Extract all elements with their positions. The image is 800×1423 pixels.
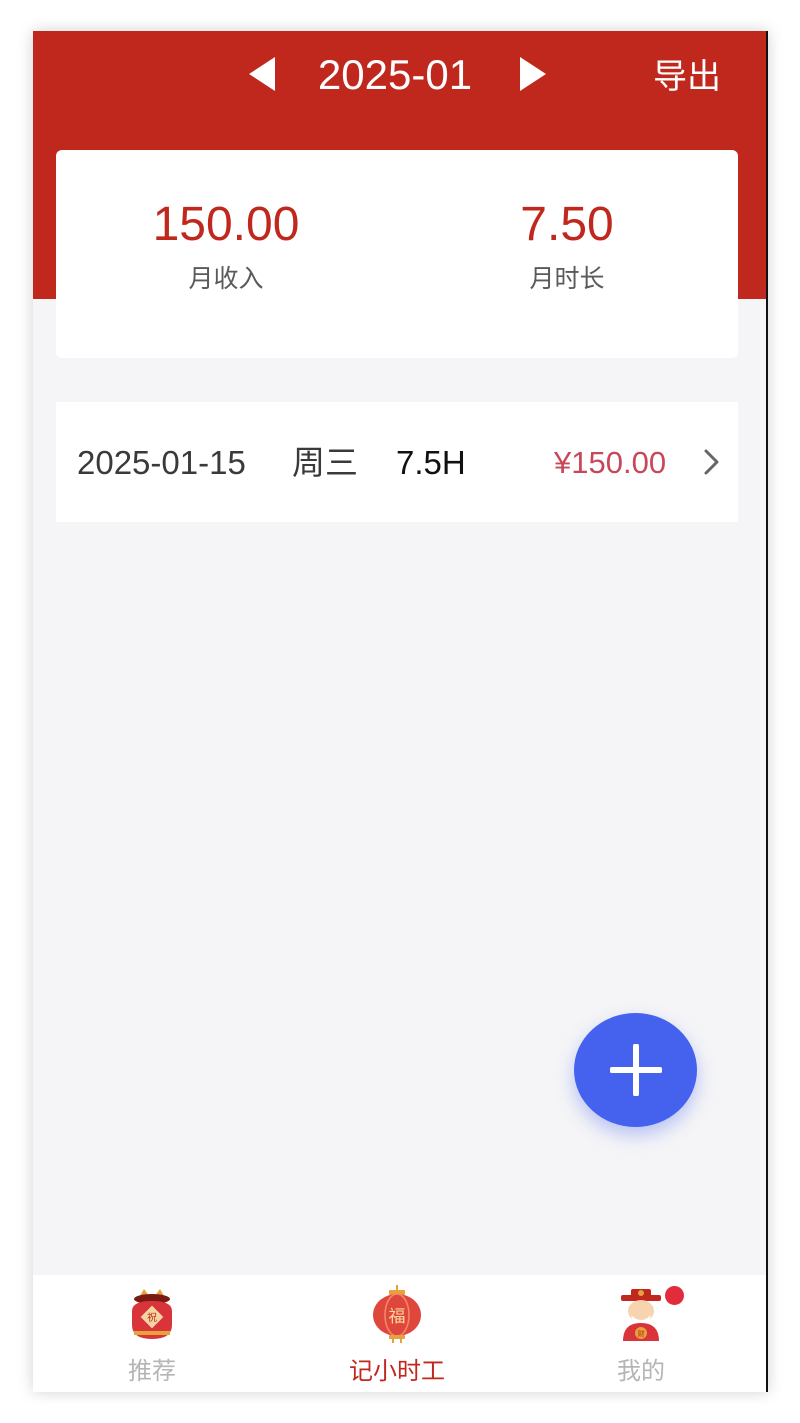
bottom-tab-bar: 祝 推荐 福 记小时工 财 我的 (33, 1275, 766, 1392)
tab-hourly-work-label: 记小时工 (349, 1357, 445, 1385)
tab-recommend[interactable]: 祝 推荐 (52, 1275, 252, 1392)
tab-recommend-label: 推荐 (128, 1357, 176, 1385)
record-row[interactable]: 2025-01-15 周三 7.5H ¥150.00 (56, 402, 738, 522)
duration-label: 月时长 (529, 264, 605, 293)
svg-text:祝: 祝 (147, 1311, 157, 1324)
add-record-button[interactable] (574, 1013, 697, 1127)
fortune-god-icon: 财 (621, 1289, 661, 1341)
notification-badge (665, 1286, 684, 1305)
record-weekday: 周三 (292, 443, 358, 482)
svg-text:财: 财 (638, 1329, 645, 1338)
next-month-icon[interactable] (520, 57, 546, 91)
income-stat: 150.00 月收入 (96, 196, 356, 296)
chevron-right-icon (704, 449, 719, 475)
record-amount: ¥150.00 (554, 445, 667, 480)
income-value: 150.00 (152, 198, 300, 251)
month-label: 2025-01 (317, 51, 473, 98)
duration-value: 7.50 (520, 198, 614, 251)
record-hours: 7.5H (396, 444, 466, 481)
income-label: 月收入 (188, 264, 264, 293)
app-screen: 2025-01 导出 150.00 月收入 7.50 月时长 2025-01-1… (33, 31, 768, 1392)
tab-mine-label: 我的 (617, 1357, 665, 1385)
record-date: 2025-01-15 (77, 444, 246, 481)
plus-icon (610, 1044, 662, 1096)
duration-stat: 7.50 月时长 (437, 196, 697, 296)
svg-text:福: 福 (389, 1307, 406, 1327)
tab-mine[interactable]: 财 我的 (541, 1275, 741, 1392)
export-button[interactable]: 导出 (653, 55, 721, 99)
lucky-jar-icon: 祝 (132, 1289, 172, 1339)
fu-lantern-icon: 福 (373, 1285, 421, 1343)
previous-month-icon[interactable] (249, 57, 275, 91)
monthly-summary-card: 150.00 月收入 7.50 月时长 (56, 150, 738, 358)
tab-hourly-work[interactable]: 福 记小时工 (297, 1275, 497, 1392)
